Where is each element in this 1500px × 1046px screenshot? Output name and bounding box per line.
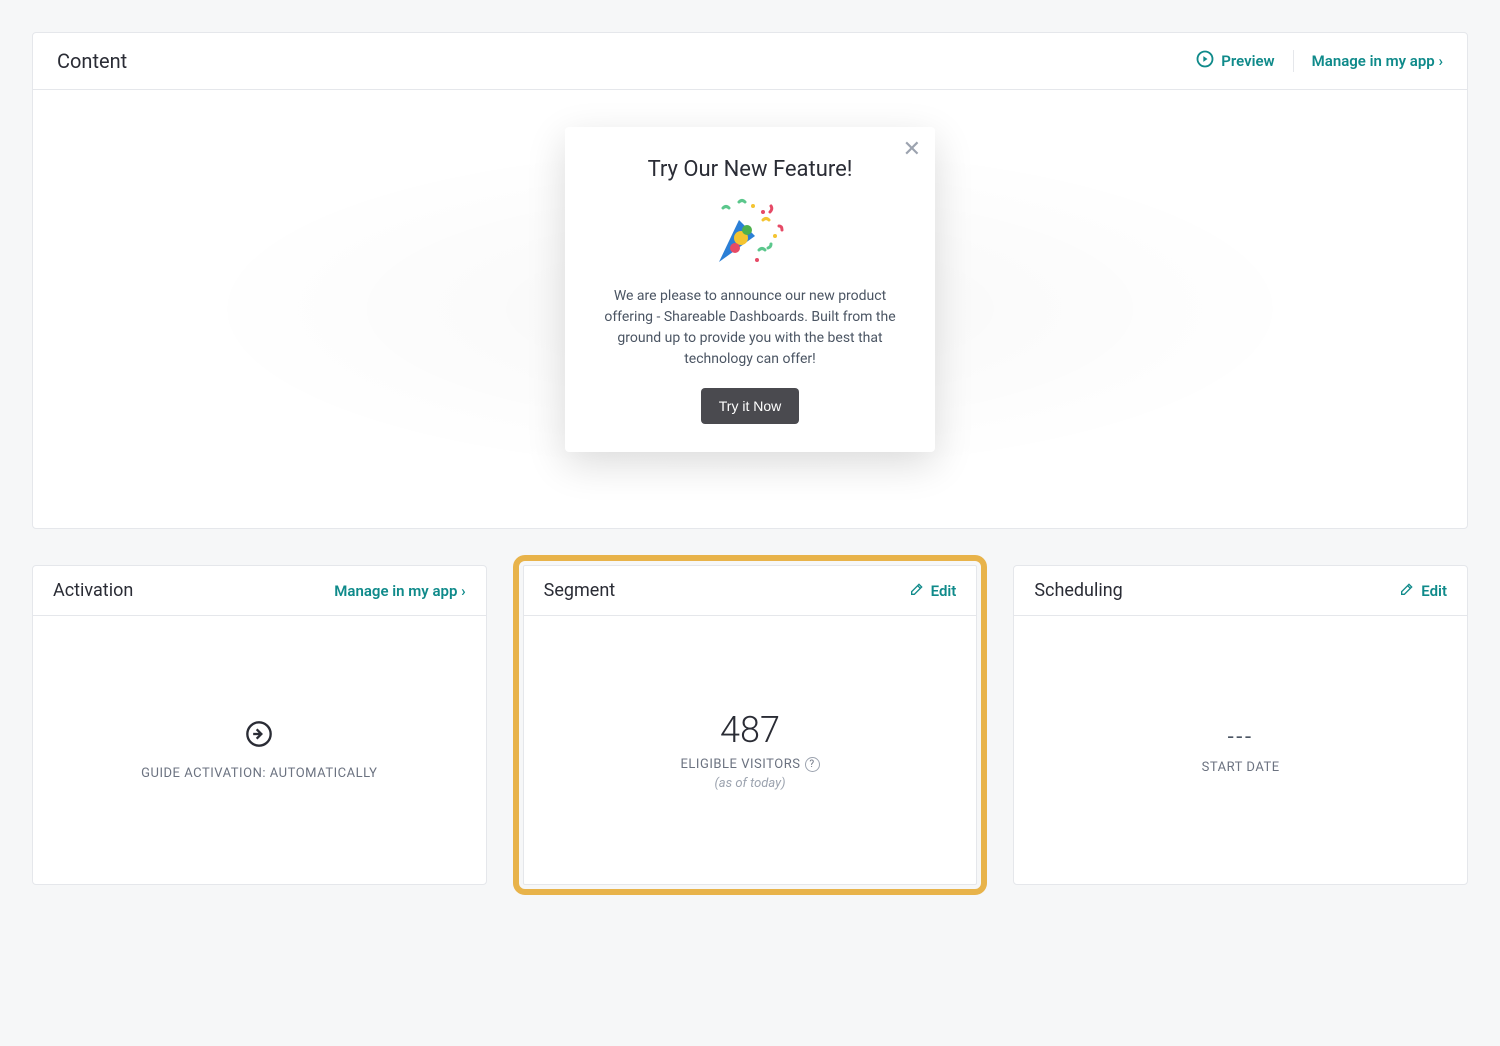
try-it-button[interactable]: Try it Now bbox=[701, 388, 799, 424]
preview-label: Preview bbox=[1221, 52, 1274, 70]
activation-status-label: GUIDE ACTIVATION: AUTOMATICALLY bbox=[141, 766, 377, 781]
segment-card: Segment Edit 487 ELIGIBLE VISITORS ? (as… bbox=[523, 565, 978, 885]
arrow-circle-right-icon bbox=[245, 720, 273, 752]
segment-card-header: Segment Edit bbox=[524, 566, 977, 616]
content-panel: Content Preview Manage in my app › ✕ Try… bbox=[32, 32, 1468, 529]
header-divider bbox=[1293, 50, 1294, 72]
segment-metric-label: ELIGIBLE VISITORS bbox=[680, 757, 800, 772]
feature-modal: ✕ Try Our New Feature! bbox=[565, 127, 935, 452]
content-actions: Preview Manage in my app › bbox=[1195, 49, 1443, 73]
scheduling-card-header: Scheduling Edit bbox=[1014, 566, 1467, 616]
modal-title: Try Our New Feature! bbox=[593, 157, 907, 182]
activation-manage-label: Manage in my app › bbox=[334, 582, 465, 600]
preview-link[interactable]: Preview bbox=[1195, 49, 1274, 73]
segment-count: 487 bbox=[720, 709, 780, 751]
scheduling-value: --- bbox=[1228, 725, 1254, 750]
segment-note: (as of today) bbox=[714, 776, 785, 791]
manage-app-link[interactable]: Manage in my app › bbox=[1312, 52, 1443, 70]
segment-title: Segment bbox=[544, 580, 616, 601]
segment-edit-button[interactable]: Edit bbox=[909, 581, 957, 601]
content-body: ✕ Try Our New Feature! bbox=[33, 90, 1467, 528]
scheduling-label: START DATE bbox=[1202, 760, 1280, 775]
scheduling-edit-label: Edit bbox=[1421, 582, 1447, 600]
scheduling-card-body: --- START DATE bbox=[1014, 616, 1467, 884]
activation-title: Activation bbox=[53, 580, 133, 601]
close-icon[interactable]: ✕ bbox=[903, 139, 921, 161]
pencil-icon bbox=[909, 581, 925, 601]
scheduling-title: Scheduling bbox=[1034, 580, 1122, 601]
help-icon[interactable]: ? bbox=[805, 757, 820, 772]
scheduling-card: Scheduling Edit --- START DATE bbox=[1013, 565, 1468, 885]
party-popper-icon bbox=[593, 196, 907, 272]
manage-app-label: Manage in my app › bbox=[1312, 52, 1443, 70]
segment-metric-row: ELIGIBLE VISITORS ? bbox=[680, 757, 819, 772]
activation-card: Activation Manage in my app › GUIDE ACTI… bbox=[32, 565, 487, 885]
play-circle-icon bbox=[1195, 49, 1215, 73]
activation-card-header: Activation Manage in my app › bbox=[33, 566, 486, 616]
scheduling-edit-button[interactable]: Edit bbox=[1399, 581, 1447, 601]
modal-body-text: We are please to announce our new produc… bbox=[593, 286, 907, 370]
pencil-icon bbox=[1399, 581, 1415, 601]
segment-card-body: 487 ELIGIBLE VISITORS ? (as of today) bbox=[524, 616, 977, 884]
content-title: Content bbox=[57, 49, 127, 73]
segment-edit-label: Edit bbox=[931, 582, 957, 600]
activation-card-body: GUIDE ACTIVATION: AUTOMATICALLY bbox=[33, 616, 486, 884]
content-header: Content Preview Manage in my app › bbox=[33, 33, 1467, 90]
cards-row: Activation Manage in my app › GUIDE ACTI… bbox=[32, 565, 1468, 885]
activation-manage-link[interactable]: Manage in my app › bbox=[334, 582, 465, 600]
